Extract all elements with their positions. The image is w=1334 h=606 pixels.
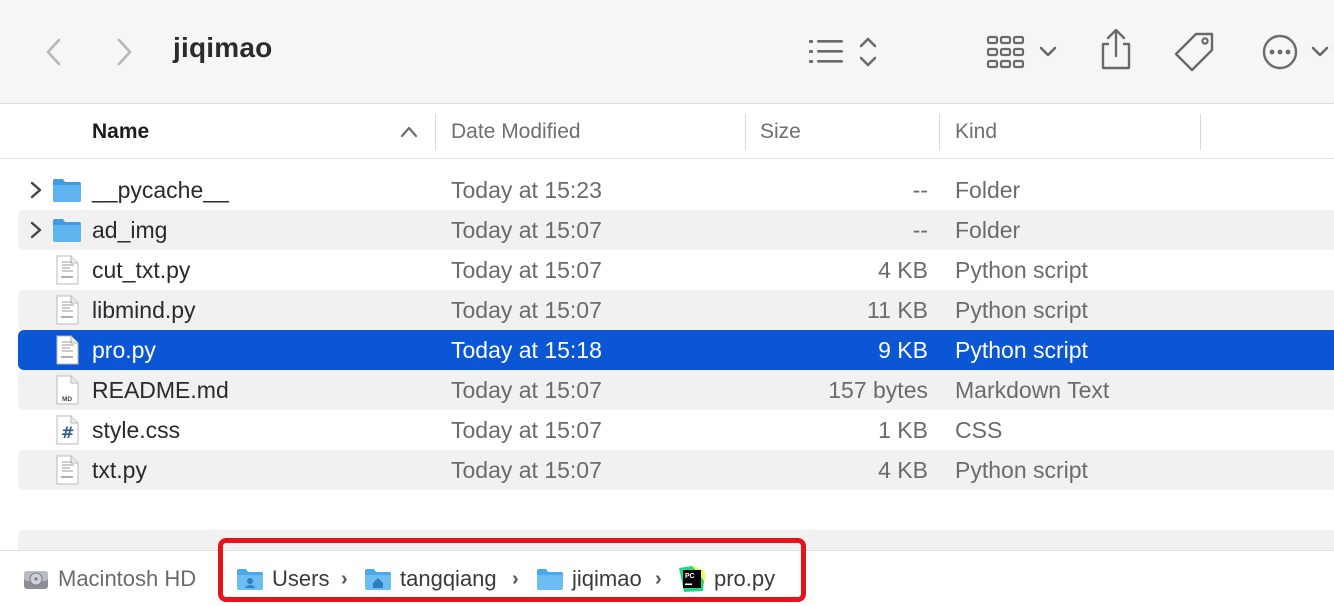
- markdown-file-icon: MD: [56, 375, 79, 405]
- file-row[interactable]: __pycache__ Today at 15:23 -- Folder: [18, 170, 1334, 210]
- file-date-modified: Today at 15:18: [451, 336, 602, 363]
- list-view-icon: [809, 37, 877, 67]
- file-size: 157 bytes: [828, 376, 928, 403]
- column-size[interactable]: Size: [760, 105, 935, 159]
- disclosure-triangle-icon[interactable]: [28, 181, 44, 199]
- python-file-icon: [56, 295, 79, 325]
- forward-button[interactable]: [108, 36, 140, 68]
- file-kind: Folder: [955, 176, 1021, 203]
- column-divider[interactable]: [1200, 114, 1201, 150]
- group-button[interactable]: [984, 32, 1060, 72]
- toolbar: jiqimao: [0, 0, 1334, 104]
- file-kind: Python script: [955, 296, 1088, 323]
- chevron-right-icon: [117, 38, 132, 66]
- file-kind: Python script: [955, 336, 1088, 363]
- file-size: 4 KB: [878, 456, 928, 483]
- file-kind: Folder: [955, 216, 1021, 243]
- file-row[interactable]: txt.py Today at 15:07 4 KB Python script: [18, 450, 1334, 490]
- python-file-icon: [56, 335, 79, 365]
- highlight-annotation: [218, 538, 806, 602]
- file-name: style.css: [92, 416, 181, 443]
- path-item-macintosh-hd[interactable]: Macintosh HD: [22, 551, 196, 606]
- chevron-left-icon: [46, 38, 61, 66]
- folder-icon: [53, 219, 81, 242]
- file-date-modified: Today at 15:07: [451, 456, 602, 483]
- tag-button[interactable]: [1172, 30, 1218, 74]
- file-kind: Python script: [955, 256, 1088, 283]
- file-size: 11 KB: [867, 296, 928, 323]
- back-button[interactable]: [38, 36, 70, 68]
- file-kind: CSS: [955, 416, 1003, 443]
- more-actions-button[interactable]: [1260, 32, 1334, 72]
- column-size-label: Size: [760, 120, 801, 143]
- path-item-label: Macintosh HD: [58, 566, 197, 591]
- file-name: txt.py: [92, 456, 147, 483]
- file-row[interactable]: ad_img Today at 15:07 -- Folder: [18, 210, 1334, 250]
- file-name: pro.py: [92, 336, 156, 363]
- column-divider[interactable]: [745, 114, 746, 150]
- file-date-modified: Today at 15:23: [451, 176, 602, 203]
- file-name: libmind.py: [92, 296, 196, 323]
- window-title: jiqimao: [173, 32, 273, 63]
- file-row[interactable]: cut_txt.py Today at 15:07 4 KB Python scrip…: [18, 250, 1334, 290]
- column-date-modified[interactable]: Date Modified: [451, 105, 741, 159]
- python-file-icon: [56, 455, 79, 485]
- file-date-modified: Today at 15:07: [451, 256, 602, 283]
- file-name: __pycache__: [92, 176, 229, 203]
- file-row[interactable]: libmind.py Today at 15:07 11 KB Python scri…: [18, 290, 1334, 330]
- ellipsis-circle-icon: [1262, 34, 1329, 70]
- column-name-label: Name: [92, 120, 150, 143]
- disclosure-triangle-icon[interactable]: [28, 221, 44, 239]
- column-header: Name Date Modified Size Kind: [0, 105, 1334, 159]
- sort-ascending-icon: [400, 126, 418, 138]
- file-size: 4 KB: [878, 256, 928, 283]
- markdown-badge: MD: [62, 396, 72, 403]
- column-divider[interactable]: [435, 114, 436, 150]
- file-date-modified: Today at 15:07: [451, 376, 602, 403]
- file-kind: Python script: [955, 456, 1088, 483]
- column-name[interactable]: Name: [92, 105, 432, 159]
- file-kind: Markdown Text: [955, 376, 1110, 403]
- column-divider[interactable]: [939, 114, 940, 150]
- file-row[interactable]: # style.css Today at 15:07 1 KB CSS: [18, 410, 1334, 450]
- icon-grid-icon: [986, 35, 1057, 69]
- column-kind[interactable]: Kind: [955, 105, 1195, 159]
- column-date-modified-label: Date Modified: [451, 120, 581, 143]
- file-name: cut_txt.py: [92, 256, 191, 283]
- file-row[interactable]: MD README.md Today at 15:07 157 bytes Markdo…: [18, 370, 1334, 410]
- file-name: README.md: [92, 376, 229, 403]
- file-size: --: [912, 216, 928, 243]
- file-size: 1 KB: [878, 416, 928, 443]
- view-options-button[interactable]: [806, 34, 880, 70]
- file-row[interactable]: pro.py Today at 15:18 9 KB Python script: [18, 330, 1334, 370]
- hard-drive-icon: [24, 571, 48, 589]
- column-kind-label: Kind: [955, 120, 998, 143]
- share-button[interactable]: [1096, 28, 1136, 72]
- file-date-modified: Today at 15:07: [451, 216, 602, 243]
- file-size: 9 KB: [878, 336, 928, 363]
- tag-icon: [1174, 32, 1214, 72]
- file-date-modified: Today at 15:07: [451, 416, 602, 443]
- file-date-modified: Today at 15:07: [451, 296, 602, 323]
- file-size: --: [912, 176, 928, 203]
- css-badge: #: [61, 423, 74, 442]
- folder-icon: [53, 179, 81, 202]
- share-icon: [1101, 28, 1131, 70]
- python-file-icon: [56, 255, 79, 285]
- css-file-icon: #: [56, 415, 79, 445]
- file-name: ad_img: [92, 216, 168, 243]
